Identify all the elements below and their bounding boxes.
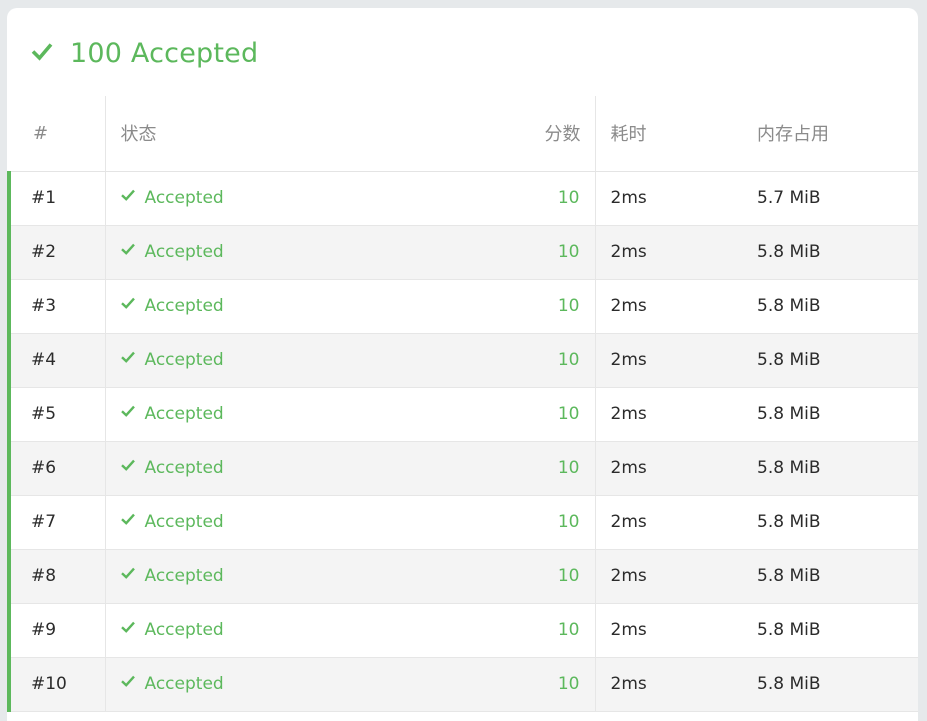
testcase-memory: 5.8 MiB <box>757 512 821 532</box>
testcase-time: 2ms <box>594 225 756 279</box>
testcase-status-cell: Accepted 10 <box>104 333 595 387</box>
check-icon <box>120 459 135 471</box>
check-icon <box>120 567 135 579</box>
testcase-score: 10 <box>557 512 580 532</box>
testcase-number: #1 <box>7 171 105 225</box>
testcase-status-cell: Accepted 10 <box>104 657 595 711</box>
testcase-memory: 5.8 MiB <box>757 350 821 370</box>
column-header-status: 状态 分数 <box>104 96 595 172</box>
testcase-status: Accepted <box>144 512 224 532</box>
table-row[interactable]: #7 Accepted 10 2ms 5.8 MiB <box>7 495 918 549</box>
column-header-num: # <box>9 96 105 172</box>
testcase-number: #2 <box>7 225 105 279</box>
testcase-number: #3 <box>7 279 105 333</box>
column-header-time: 耗时 <box>594 96 756 172</box>
testcase-time: 2ms <box>594 657 756 711</box>
check-icon <box>120 189 135 201</box>
testcase-score: 10 <box>557 296 580 316</box>
testcase-status: Accepted <box>144 350 224 370</box>
testcase-status-cell: Accepted 10 <box>104 603 595 657</box>
testcase-table: # 状态 分数 耗时 内存占用 #1 Accepted 10 2ms 5.7 M… <box>7 96 918 712</box>
column-header-memory: 内存占用 <box>756 96 918 172</box>
testcase-number: #8 <box>7 549 105 603</box>
table-row[interactable]: #6 Accepted 10 2ms 5.8 MiB <box>7 441 918 495</box>
testcase-status-cell: Accepted 10 <box>104 279 595 333</box>
testcase-score: 10 <box>557 620 580 640</box>
testcase-memory: 5.7 MiB <box>757 188 821 208</box>
table-row[interactable]: #4 Accepted 10 2ms 5.8 MiB <box>7 333 918 387</box>
testcase-memory: 5.8 MiB <box>757 674 821 694</box>
testcase-time: 2ms <box>594 387 756 441</box>
testcase-status-cell: Accepted 10 <box>104 171 595 225</box>
result-summary: 100 Accepted <box>7 8 918 96</box>
column-header-score: 分数 <box>544 124 581 146</box>
testcase-status-cell: Accepted 10 <box>104 225 595 279</box>
testcase-status: Accepted <box>144 188 224 208</box>
testcase-memory: 5.8 MiB <box>757 458 821 478</box>
column-header-status-label: 状态 <box>120 124 157 146</box>
testcase-time: 2ms <box>594 495 756 549</box>
testcase-time: 2ms <box>594 279 756 333</box>
check-icon <box>120 405 135 417</box>
testcase-time: 2ms <box>594 171 756 225</box>
testcase-score: 10 <box>557 188 580 208</box>
check-icon <box>120 297 135 309</box>
table-row[interactable]: #2 Accepted 10 2ms 5.8 MiB <box>7 225 918 279</box>
table-row[interactable]: #3 Accepted 10 2ms 5.8 MiB <box>7 279 918 333</box>
testcase-score: 10 <box>557 566 580 586</box>
testcase-status-cell: Accepted 10 <box>104 387 595 441</box>
testcase-score: 10 <box>557 242 580 262</box>
testcase-status: Accepted <box>144 458 224 478</box>
table-row[interactable]: #10 Accepted 10 2ms 5.8 MiB <box>7 657 918 711</box>
check-icon <box>120 621 135 633</box>
testcase-status: Accepted <box>144 242 224 262</box>
testcase-memory: 5.8 MiB <box>757 296 821 316</box>
testcase-time: 2ms <box>594 603 756 657</box>
table-header-row: # 状态 分数 耗时 内存占用 <box>9 96 918 172</box>
testcase-score: 10 <box>557 350 580 370</box>
testcase-status: Accepted <box>144 674 224 694</box>
testcase-number: #9 <box>7 603 105 657</box>
check-icon <box>120 243 135 255</box>
testcase-time: 2ms <box>594 549 756 603</box>
result-card: 100 Accepted # 状态 分数 耗时 内存占用 #1 Accepted… <box>7 8 918 721</box>
testcase-memory: 5.8 MiB <box>757 620 821 640</box>
testcase-number: #4 <box>7 333 105 387</box>
testcase-status-cell: Accepted 10 <box>104 549 595 603</box>
table-row[interactable]: #5 Accepted 10 2ms 5.8 MiB <box>7 387 918 441</box>
testcase-number: #5 <box>7 387 105 441</box>
testcase-status: Accepted <box>144 296 224 316</box>
testcase-status-cell: Accepted 10 <box>104 441 595 495</box>
table-body: #1 Accepted 10 2ms 5.7 MiB #2 Accepted 1… <box>7 171 918 711</box>
testcase-time: 2ms <box>594 333 756 387</box>
table-row[interactable]: #1 Accepted 10 2ms 5.7 MiB <box>7 171 918 225</box>
check-icon <box>120 675 135 687</box>
check-icon <box>120 513 135 525</box>
testcase-number: #10 <box>7 657 105 711</box>
testcase-score: 10 <box>557 404 580 424</box>
testcase-status-cell: Accepted 10 <box>104 495 595 549</box>
table-row[interactable]: #9 Accepted 10 2ms 5.8 MiB <box>7 603 918 657</box>
testcase-memory: 5.8 MiB <box>757 242 821 262</box>
testcase-score: 10 <box>557 458 580 478</box>
testcase-score: 10 <box>557 674 580 694</box>
testcase-status: Accepted <box>144 620 224 640</box>
testcase-time: 2ms <box>594 441 756 495</box>
testcase-status: Accepted <box>144 566 224 586</box>
testcase-memory: 5.8 MiB <box>757 566 821 586</box>
testcase-memory: 5.8 MiB <box>757 404 821 424</box>
table-row[interactable]: #8 Accepted 10 2ms 5.8 MiB <box>7 549 918 603</box>
check-icon <box>120 351 135 363</box>
testcase-status: Accepted <box>144 404 224 424</box>
check-icon <box>31 43 53 61</box>
testcase-number: #6 <box>7 441 105 495</box>
testcase-number: #7 <box>7 495 105 549</box>
result-title: 100 Accepted <box>70 38 259 69</box>
